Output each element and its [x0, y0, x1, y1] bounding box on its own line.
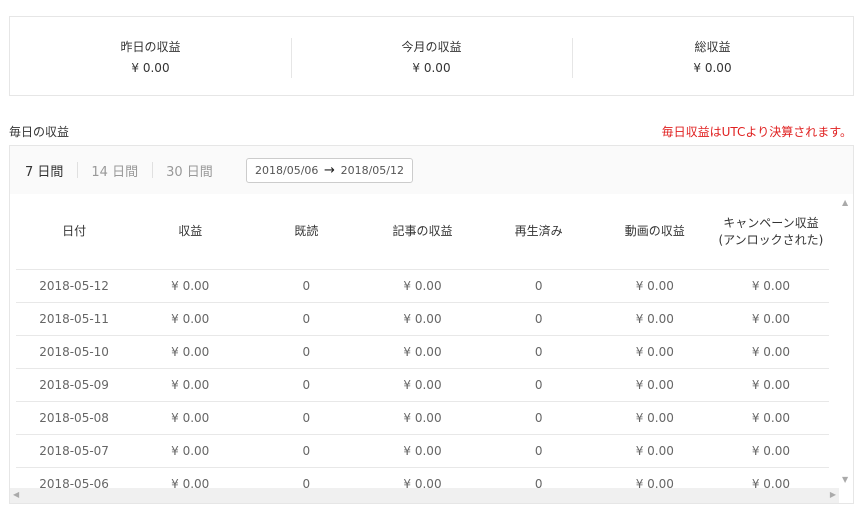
column-header-video-earnings: 動画の収益 [596, 194, 713, 270]
vertical-scrollbar[interactable]: ▲ ▼ [839, 194, 853, 488]
table-cell: ¥ 0.00 [364, 302, 481, 336]
column-header-campaign-earnings: キャンペーン収益(アンロックされた) [712, 194, 829, 270]
table-cell: ¥ 0.00 [364, 434, 481, 468]
table-cell: 0 [480, 269, 597, 303]
column-header-earnings: 収益 [132, 194, 249, 270]
table-cell: 2018-05-12 [16, 269, 133, 303]
horizontal-scrollbar[interactable]: ◀ ▶ [10, 488, 839, 503]
table-cell: 2018-05-11 [16, 302, 133, 336]
table-cell: 0 [248, 269, 365, 303]
arrow-right-icon: → [324, 163, 335, 178]
utc-settlement-note: 毎日収益はUTCより決算されます。 [661, 125, 852, 139]
table-row: 2018-05-08 ¥ 0.00 0 ¥ 0.00 0 ¥ 0.00 ¥ 0.00 [16, 401, 829, 435]
tab-7-days[interactable]: 7 日間 [10, 161, 77, 180]
table-row: 2018-05-11 ¥ 0.00 0 ¥ 0.00 0 ¥ 0.00 ¥ 0.00 [16, 302, 829, 336]
table-cell: ¥ 0.00 [596, 302, 713, 336]
summary-this-month: 今月の収益 ¥ 0.00 [291, 17, 572, 95]
table-body: 2018-05-12 ¥ 0.00 0 ¥ 0.00 0 ¥ 0.00 ¥ 0.00 2018… [16, 269, 829, 501]
earnings-table: 日付 収益 既読 記事の収益 再生済み 動画の収益 キャンペーン収益(アンロック… [16, 194, 829, 501]
table-cell: ¥ 0.00 [132, 335, 249, 369]
summary-yesterday: 昨日の収益 ¥ 0.00 [10, 17, 291, 95]
table-cell: 2018-05-08 [16, 401, 133, 435]
table-cell: ¥ 0.00 [132, 368, 249, 402]
table-cell: ¥ 0.00 [712, 302, 829, 336]
earnings-summary: 昨日の収益 ¥ 0.00 今月の収益 ¥ 0.00 総収益 ¥ 0.00 [9, 16, 854, 96]
tab-14-days[interactable]: 14 日間 [77, 161, 152, 180]
summary-label: 今月の収益 [401, 39, 462, 54]
table-cell: ¥ 0.00 [596, 335, 713, 369]
date-range-picker[interactable]: 2018/05/06 → 2018/05/12 [246, 158, 413, 183]
table-cell: ¥ 0.00 [596, 269, 713, 303]
tab-30-days[interactable]: 30 日間 [152, 161, 227, 180]
table-cell: 0 [248, 434, 365, 468]
table-cell: 0 [480, 368, 597, 402]
table-cell: 0 [480, 335, 597, 369]
table-cell: 2018-05-10 [16, 335, 133, 369]
scrollbar-thumb[interactable] [24, 491, 825, 500]
table-cell: 0 [248, 368, 365, 402]
table-row: 2018-05-07 ¥ 0.00 0 ¥ 0.00 0 ¥ 0.00 ¥ 0.00 [16, 434, 829, 468]
table-cell: 2018-05-07 [16, 434, 133, 468]
table-cell: ¥ 0.00 [364, 368, 481, 402]
table-cell: ¥ 0.00 [596, 434, 713, 468]
table-cell: ¥ 0.00 [132, 401, 249, 435]
scroll-up-icon[interactable]: ▲ [842, 198, 848, 207]
table-cell: ¥ 0.00 [596, 401, 713, 435]
table-cell: ¥ 0.00 [364, 335, 481, 369]
earnings-table-container: 日付 収益 既読 記事の収益 再生済み 動画の収益 キャンペーン収益(アンロック… [10, 194, 853, 503]
table-row: 2018-05-09 ¥ 0.00 0 ¥ 0.00 0 ¥ 0.00 ¥ 0.00 [16, 368, 829, 402]
summary-value: ¥ 0.00 [131, 60, 170, 75]
scroll-down-icon[interactable]: ▼ [842, 475, 848, 484]
table-cell: ¥ 0.00 [364, 401, 481, 435]
table-cell: 0 [480, 302, 597, 336]
table-row: 2018-05-10 ¥ 0.00 0 ¥ 0.00 0 ¥ 0.00 ¥ 0.00 [16, 335, 829, 369]
table-cell: ¥ 0.00 [364, 269, 481, 303]
table-cell: ¥ 0.00 [132, 269, 249, 303]
table-cell: ¥ 0.00 [712, 335, 829, 369]
section-title: 毎日の収益 [9, 125, 70, 139]
table-cell: ¥ 0.00 [712, 401, 829, 435]
table-cell: 0 [248, 401, 365, 435]
daily-earnings-panel: 7 日間 14 日間 30 日間 2018/05/06 → 2018/05/12… [9, 145, 854, 504]
table-cell: ¥ 0.00 [132, 302, 249, 336]
table-row: 2018-05-12 ¥ 0.00 0 ¥ 0.00 0 ¥ 0.00 ¥ 0.00 [16, 269, 829, 303]
table-cell: ¥ 0.00 [596, 368, 713, 402]
table-cell: 0 [480, 434, 597, 468]
summary-label: 総収益 [694, 39, 731, 54]
date-range-start: 2018/05/06 [255, 164, 319, 177]
table-header-row: 日付 収益 既読 記事の収益 再生済み 動画の収益 キャンペーン収益(アンロック… [16, 194, 829, 270]
column-header-article-earnings: 記事の収益 [364, 194, 481, 270]
table-cell: 0 [248, 335, 365, 369]
range-tabs: 7 日間 14 日間 30 日間 [10, 146, 227, 194]
table-cell: ¥ 0.00 [132, 434, 249, 468]
table-cell: ¥ 0.00 [712, 368, 829, 402]
table-cell: 0 [480, 401, 597, 435]
table-cell: 0 [248, 302, 365, 336]
summary-value: ¥ 0.00 [693, 60, 732, 75]
scroll-right-icon[interactable]: ▶ [830, 490, 836, 499]
table-cell: 2018-05-09 [16, 368, 133, 402]
date-range-end: 2018/05/12 [340, 164, 404, 177]
summary-value: ¥ 0.00 [412, 60, 451, 75]
summary-label: 昨日の収益 [120, 39, 181, 54]
scroll-left-icon[interactable]: ◀ [13, 490, 19, 499]
summary-total: 総収益 ¥ 0.00 [572, 17, 853, 95]
column-header-date: 日付 [16, 194, 133, 270]
table-cell: ¥ 0.00 [712, 434, 829, 468]
table-cell: ¥ 0.00 [712, 269, 829, 303]
column-header-reads: 既読 [248, 194, 365, 270]
column-header-plays: 再生済み [480, 194, 597, 270]
